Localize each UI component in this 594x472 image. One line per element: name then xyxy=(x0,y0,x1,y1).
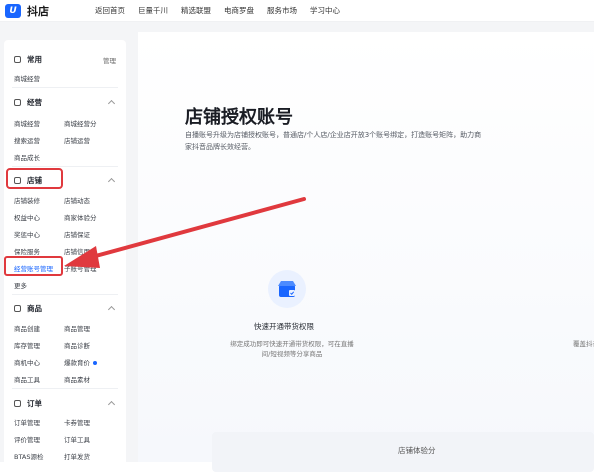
feature-title: 快速开通带货权限 xyxy=(254,322,314,331)
sidebar-item[interactable]: 卡券管理 xyxy=(64,417,90,427)
store-experience-label: 店铺体验分 xyxy=(398,446,436,455)
sidebar-item[interactable]: 商品管理 xyxy=(64,323,90,333)
app-logo[interactable]: U 抖店 xyxy=(5,3,85,19)
nav-qianchuan[interactable]: 巨量千川 xyxy=(138,5,168,16)
chevron-up-icon[interactable] xyxy=(107,177,116,186)
sidebar-item-label: 爆款育价 xyxy=(64,359,90,367)
divider xyxy=(12,166,118,167)
divider xyxy=(12,87,118,88)
page-description: 自播账号升级为店铺授权账号，普通店/个人店/企业店开放3个账号绑定，打造账号矩阵… xyxy=(185,131,482,151)
sidebar-item[interactable]: 商品诊断 xyxy=(64,340,90,350)
goods-icon xyxy=(14,304,21,312)
sidebar-item[interactable]: 奖惩中心 xyxy=(14,229,40,239)
feature-right-description: 覆盖抖音中台个 xyxy=(573,340,594,348)
group-title: 商品 xyxy=(27,303,42,313)
sidebar-item[interactable]: 保险服务 xyxy=(14,246,40,256)
sidebar-item[interactable]: 订单工具 xyxy=(64,434,90,444)
sidebar-item[interactable]: 商城经营分 xyxy=(64,118,97,128)
chevron-up-icon[interactable] xyxy=(107,305,116,314)
group-title: 订单 xyxy=(27,398,42,408)
group-header-orders[interactable]: 订单 xyxy=(14,398,42,408)
operations-icon xyxy=(14,98,21,106)
sidebar-item[interactable]: 商品工具 xyxy=(14,374,40,384)
sidebar-item[interactable]: 商机中心 xyxy=(14,357,40,367)
store-auth-feature-icon xyxy=(268,270,306,308)
nav-service-market[interactable]: 服务市场 xyxy=(267,5,297,16)
highlight-box-account-management xyxy=(4,256,63,276)
nav-compass[interactable]: 电商罗盘 xyxy=(224,5,254,16)
sidebar-item[interactable]: 权益中心 xyxy=(14,212,40,222)
common-icon xyxy=(14,55,21,63)
sidebar-item[interactable]: 店铺保证 xyxy=(64,229,90,239)
group-header-common[interactable]: 常用 xyxy=(14,54,42,64)
page-title: 店铺授权账号 xyxy=(185,107,293,128)
sidebar-item[interactable]: 商城经营 xyxy=(14,73,40,83)
manage-button[interactable]: 管理 xyxy=(103,55,116,65)
orders-icon xyxy=(14,399,21,407)
sidebar-item[interactable]: 子账号管理 xyxy=(64,263,97,273)
sidebar-item[interactable]: 商品素材 xyxy=(64,374,90,384)
sidebar-item-more[interactable]: 更多 xyxy=(14,280,27,290)
sidebar-item[interactable]: 商品成长 xyxy=(14,152,40,162)
nav-learning-center[interactable]: 学习中心 xyxy=(310,5,340,16)
app-name: 抖店 xyxy=(27,4,49,18)
feature-description: 绑定成功即可快速开通带货权限，可在直播间/短视频等分享商品 xyxy=(230,340,354,358)
sidebar-item-with-dot[interactable]: 爆款育价 xyxy=(64,357,97,367)
sidebar-item[interactable]: 店铺信用分 xyxy=(64,246,97,256)
sidebar-item[interactable]: 商品创建 xyxy=(14,323,40,333)
sidebar-item[interactable]: 打单发货 xyxy=(64,451,90,461)
top-nav: 返回首页 巨量千川 精选联盟 电商罗盘 服务市场 学习中心 xyxy=(95,5,353,16)
app-logo-icon: U xyxy=(5,3,21,18)
group-header-goods[interactable]: 商品 xyxy=(14,303,42,313)
sidebar: 常用 管理 商城经营 经营 商城经营 商城经营分 搜索运营 店铺运营 商品成长 … xyxy=(4,40,126,470)
highlight-box-store xyxy=(6,168,63,189)
sidebar-item[interactable]: 订单管理 xyxy=(14,417,40,427)
store-icon xyxy=(278,281,296,297)
chevron-up-icon[interactable] xyxy=(107,99,116,108)
nav-alliance[interactable]: 精选联盟 xyxy=(181,5,211,16)
sidebar-item[interactable]: 店铺运营 xyxy=(64,135,90,145)
group-title: 常用 xyxy=(27,54,42,64)
sidebar-item[interactable]: 搜索运营 xyxy=(14,135,40,145)
new-dot-icon xyxy=(93,361,97,365)
divider xyxy=(12,388,118,389)
main-content xyxy=(138,32,594,462)
sidebar-item[interactable]: 店铺动态 xyxy=(64,195,90,205)
sidebar-item[interactable]: 评价管理 xyxy=(14,434,40,444)
group-title: 经营 xyxy=(27,97,42,107)
divider xyxy=(12,294,118,295)
sidebar-item[interactable]: 库存管理 xyxy=(14,340,40,350)
sidebar-item[interactable]: 商家体验分 xyxy=(64,212,97,222)
sidebar-item[interactable]: 商城经营 xyxy=(14,118,40,128)
nav-home[interactable]: 返回首页 xyxy=(95,5,125,16)
chevron-up-icon[interactable] xyxy=(107,400,116,409)
group-header-operations[interactable]: 经营 xyxy=(14,97,42,107)
top-navigation-bar: U 抖店 返回首页 巨量千川 精选联盟 电商罗盘 服务市场 学习中心 xyxy=(0,0,594,22)
sidebar-item[interactable]: 店铺装修 xyxy=(14,195,40,205)
sidebar-item[interactable]: BTAS源检 xyxy=(14,451,44,461)
